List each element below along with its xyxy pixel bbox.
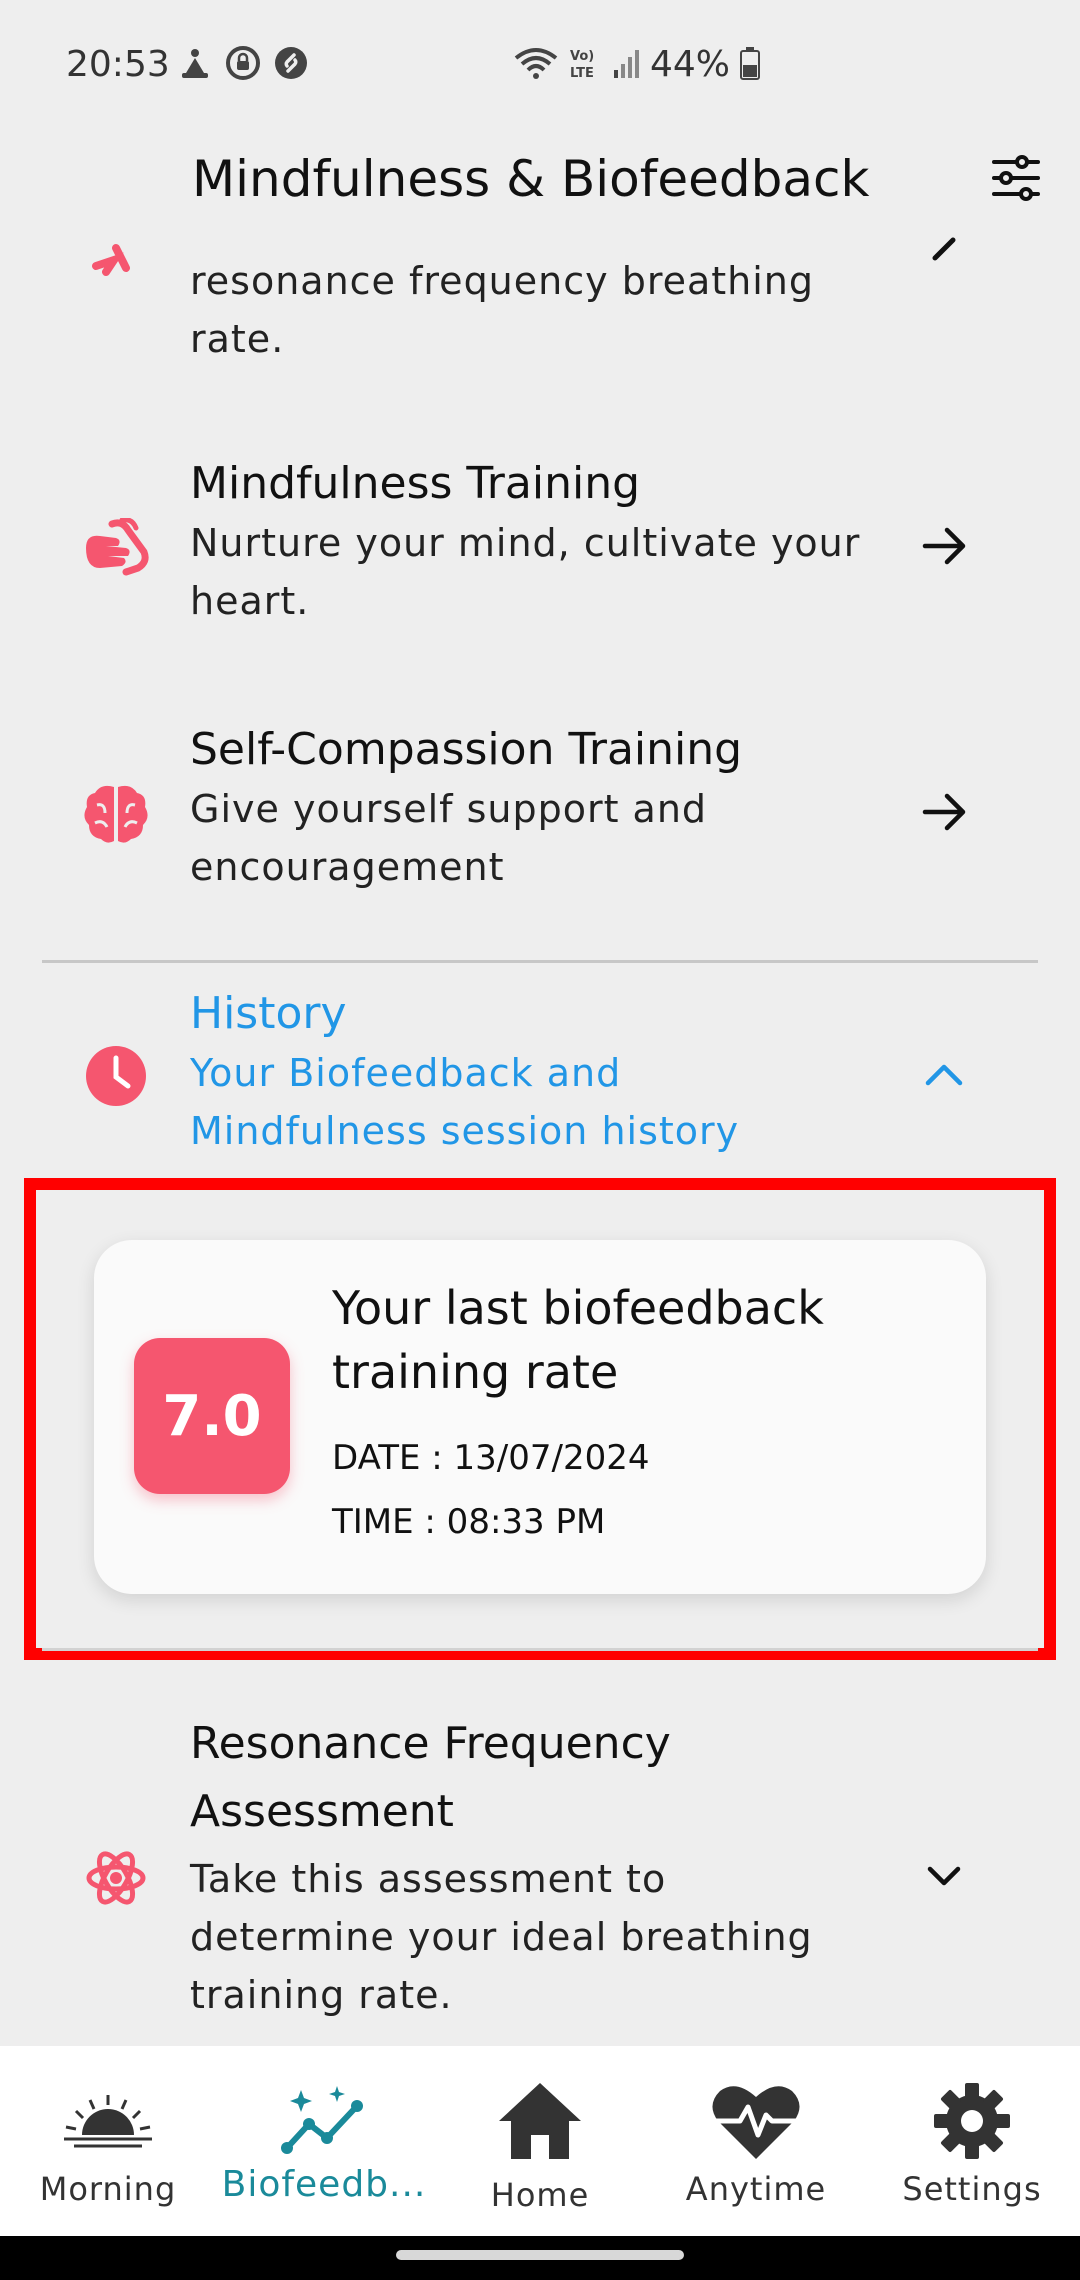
chevron-down-icon[interactable] xyxy=(912,1844,976,1908)
card-time: TIME : 08:33 PM xyxy=(332,1502,606,1542)
list-item-title: Resonance Frequency Assessment xyxy=(190,1718,671,1837)
home-indicator[interactable] xyxy=(396,2250,684,2260)
atom-icon xyxy=(82,1844,150,1912)
battery-icon xyxy=(740,46,760,84)
list-item-title: Mindfulness Training xyxy=(190,458,641,509)
status-system-icons: Vo) LTE 44% xyxy=(514,44,760,85)
list-item-description: resonance frequency breathing rate. xyxy=(190,259,815,361)
history-title: History xyxy=(190,988,347,1039)
svg-text:LTE: LTE xyxy=(570,66,594,80)
nav-anytime[interactable]: Anytime xyxy=(648,2046,864,2236)
card-date: DATE : 13/07/2024 xyxy=(332,1438,650,1478)
heartbeat-icon xyxy=(706,2078,806,2164)
section-divider xyxy=(42,1648,1038,1651)
history-description: Your Biofeedback and Mindfulness session… xyxy=(190,1051,740,1153)
list-item-resonance-assessment[interactable]: Resonance Frequency Assessment Take this… xyxy=(0,1710,1080,2030)
nav-label: Home xyxy=(490,2176,590,2214)
signal-icon xyxy=(612,46,640,84)
status-notification-icons xyxy=(178,46,308,80)
rate-badge: 7.0 xyxy=(134,1338,290,1494)
list-item-self-compassion-training[interactable]: Self-Compassion Training Give yourself s… xyxy=(0,716,1080,906)
sparkle-chart-icon xyxy=(274,2078,374,2164)
nav-label: Morning xyxy=(39,2170,177,2208)
last-rate-card[interactable]: 7.0 Your last biofeedback training rate … xyxy=(94,1240,986,1594)
home-icon xyxy=(490,2078,590,2164)
section-divider xyxy=(42,960,1038,963)
nav-settings[interactable]: Settings xyxy=(864,2046,1080,2236)
clock-icon xyxy=(82,1042,150,1110)
list-item-mindfulness-training[interactable]: Mindfulness Training Nurture your mind, … xyxy=(0,450,1080,640)
wifi-icon xyxy=(514,46,558,84)
list-item-description: Nurture your mind, cultivate your heart. xyxy=(190,521,861,623)
shazam-icon xyxy=(274,46,308,80)
nav-label: Biofeedb... xyxy=(221,2164,427,2205)
card-title: Your last biofeedback training rate xyxy=(332,1281,824,1399)
list-item-description: Take this assessment to determine your i… xyxy=(190,1857,813,2017)
list-item-breathing[interactable]: resonance frequency breathing rate. xyxy=(0,237,1080,372)
status-bar: 20:53 Vo) LTE 44% xyxy=(0,0,1080,128)
history-section-header[interactable]: History Your Biofeedback and Mindfulness… xyxy=(0,980,1080,1160)
meditation-notification-icon xyxy=(178,46,212,80)
gear-icon xyxy=(922,2078,1022,2164)
volte-icon: Vo) LTE xyxy=(568,46,602,84)
arrow-right-icon[interactable] xyxy=(912,780,976,844)
nav-biofeedback[interactable]: Biofeedb... xyxy=(216,2046,432,2236)
nav-label: Anytime xyxy=(685,2170,827,2208)
hands-icon xyxy=(82,514,150,582)
arrow-right-icon[interactable] xyxy=(912,514,976,578)
sunrise-icon xyxy=(58,2078,158,2164)
sliders-icon xyxy=(992,155,1040,201)
system-nav-bar xyxy=(0,2236,1080,2280)
svg-text:Vo): Vo) xyxy=(570,49,594,64)
nav-home[interactable]: Home xyxy=(432,2046,648,2236)
brain-icon xyxy=(82,780,150,848)
nav-morning[interactable]: Morning xyxy=(0,2046,216,2236)
filter-button[interactable] xyxy=(986,148,1046,208)
list-item-description: Give yourself support and encouragement xyxy=(190,787,708,889)
list-item-title: Self-Compassion Training xyxy=(190,724,743,775)
status-time: 20:53 xyxy=(66,44,170,85)
breathing-icon xyxy=(82,238,150,278)
arrow-right-icon[interactable] xyxy=(912,228,976,264)
chevron-up-icon[interactable] xyxy=(912,1042,976,1106)
bottom-nav: Morning Biofeedb... Home Anytime Setting… xyxy=(0,2046,1080,2236)
nav-label: Settings xyxy=(902,2170,1042,2208)
page-title: Mindfulness & Biofeedback xyxy=(192,150,870,208)
battery-percent: 44% xyxy=(649,44,730,85)
vpn-lock-icon xyxy=(226,46,260,80)
